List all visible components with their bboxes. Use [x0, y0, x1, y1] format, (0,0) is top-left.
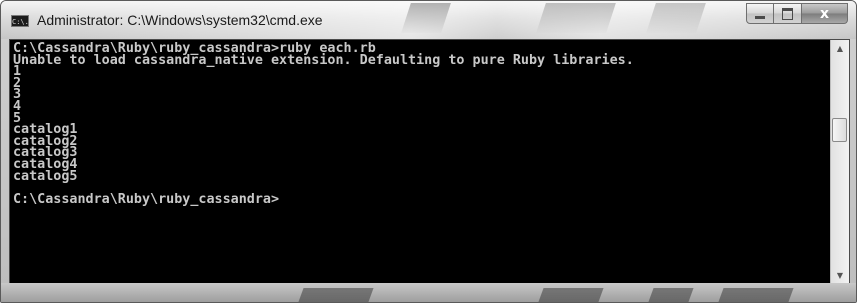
window-bottom-frame [1, 283, 856, 302]
scroll-thumb[interactable] [832, 118, 847, 142]
vertical-scrollbar[interactable]: ▲ ▼ [830, 40, 849, 284]
console-output[interactable]: C:\Cassandra\Ruby\ruby_cassandra>ruby ea… [10, 40, 831, 284]
scroll-up-arrow-icon[interactable]: ▲ [831, 40, 849, 57]
window-title: Administrator: C:\Windows\system32\cmd.e… [37, 12, 323, 28]
console-line: catalog1 [13, 122, 78, 138]
console-line: 5 [13, 110, 22, 126]
console-line: Unable to load cassandra_native extensio… [13, 52, 634, 68]
console-line: catalog2 [13, 133, 78, 149]
minimize-icon [755, 16, 765, 19]
cmd-window: C:\. Administrator: C:\Windows\system32\… [0, 0, 857, 303]
maximize-button[interactable] [774, 3, 802, 24]
glass-reflection [401, 3, 451, 33]
cmd-icon[interactable]: C:\. [11, 15, 29, 27]
console-line: 1 [13, 64, 22, 80]
console-line: catalog4 [13, 156, 78, 172]
glass-reflection [298, 288, 374, 302]
glass-reflection [538, 288, 604, 302]
glass-reflection [646, 3, 706, 33]
console-line: catalog3 [13, 145, 78, 161]
scroll-down-arrow-icon[interactable]: ▼ [831, 267, 849, 284]
minimize-button[interactable] [746, 3, 774, 24]
console-frame: C:\Cassandra\Ruby\ruby_cassandra>ruby ea… [9, 39, 850, 285]
maximize-icon [782, 7, 793, 20]
glass-reflection [648, 288, 694, 302]
close-icon: x [819, 5, 830, 22]
console-line: 4 [13, 98, 22, 114]
glass-reflection [536, 3, 616, 33]
title-bar[interactable]: C:\. Administrator: C:\Windows\system32\… [1, 1, 856, 39]
close-button[interactable]: x [802, 3, 848, 24]
glass-reflection [718, 288, 794, 302]
caption-buttons: x [746, 3, 848, 25]
console-line: 2 [13, 75, 22, 91]
console-line: catalog5 [13, 168, 78, 184]
console-line: C:\Cassandra\Ruby\ruby_cassandra> [13, 191, 280, 207]
console-line: 3 [13, 87, 22, 103]
